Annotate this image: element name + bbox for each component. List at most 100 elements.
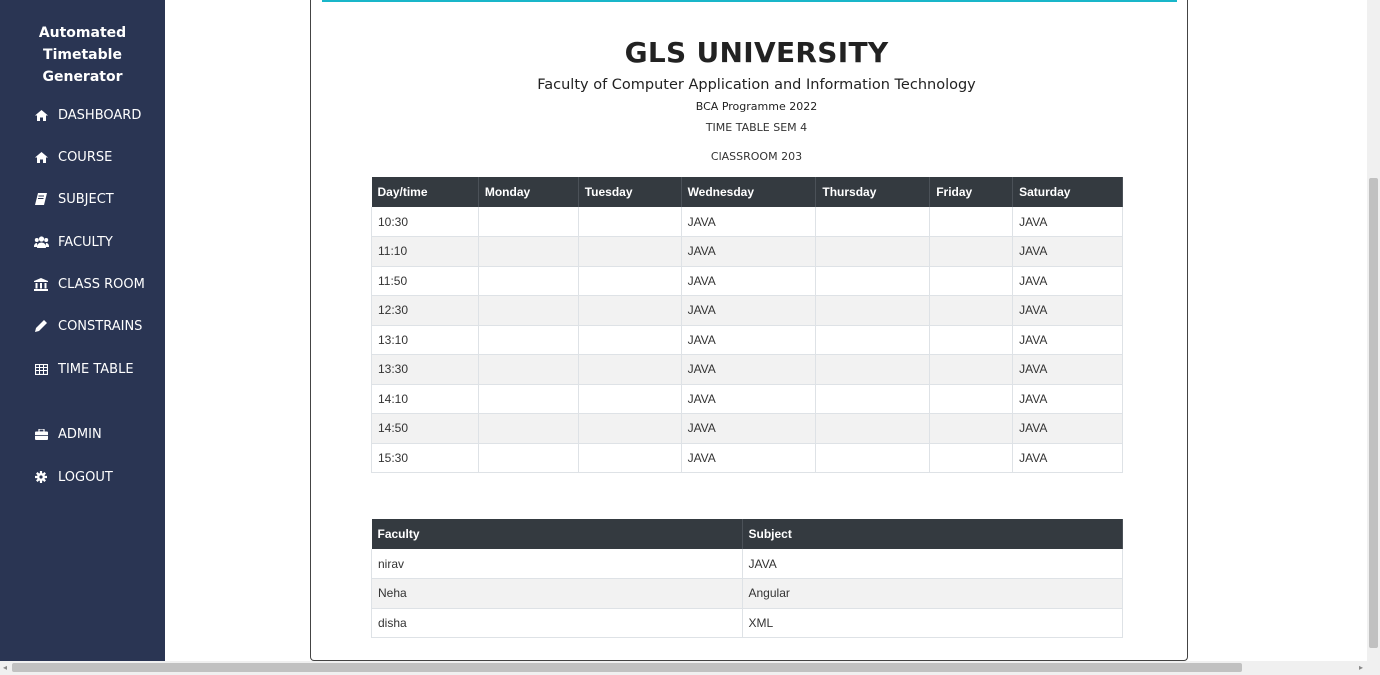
sidebar-item-subject[interactable]: SUBJECT	[32, 188, 114, 210]
table-cell	[815, 325, 931, 355]
table-cell: JAVA	[681, 207, 817, 237]
table-cell	[578, 325, 682, 355]
table-cell	[478, 443, 579, 473]
vertical-scrollbar[interactable]	[1367, 0, 1380, 661]
table-cell	[578, 266, 682, 296]
faculty-subtitle: Faculty of Computer Application and Info…	[537, 77, 976, 93]
table-cell: 14:50	[371, 413, 479, 444]
table-cell: Angular	[742, 578, 1123, 609]
table-row: 14:50 JAVA JAVA	[371, 413, 1123, 444]
column-header: Thursday	[815, 177, 931, 207]
table-cell	[578, 443, 682, 473]
table-header-row: Day/time Monday Tuesday Wednesday Thursd…	[371, 177, 1123, 207]
brand-line-2: Generator	[42, 69, 123, 85]
sidebar-item-label: ADMIN	[58, 426, 102, 442]
sidebar-item-label: CLASS ROOM	[58, 276, 145, 292]
table-row: disha XML	[371, 608, 1123, 638]
table-cell	[815, 266, 931, 296]
table-cell: JAVA	[681, 266, 817, 296]
table-cell: JAVA	[1012, 413, 1123, 444]
scroll-right-arrow-icon[interactable]: ▸	[1359, 663, 1363, 672]
table-cell: nirav	[371, 549, 743, 579]
sidebar-item-label: CONSTRAINS	[58, 318, 143, 334]
sidebar-item-logout[interactable]: LOGOUT	[32, 466, 113, 488]
table-cell: JAVA	[1012, 325, 1123, 355]
table-cell	[929, 443, 1014, 473]
table-cell	[478, 236, 579, 267]
table-cell: 10:30	[371, 207, 479, 237]
table-cell	[578, 236, 682, 267]
table-row: 11:10 JAVA JAVA	[371, 236, 1123, 267]
sidebar-item-label: DASHBOARD	[58, 107, 142, 123]
table-cell: JAVA	[681, 236, 817, 267]
table-cell: JAVA	[1012, 236, 1123, 267]
table-cell: 11:50	[371, 266, 479, 296]
scroll-left-arrow-icon[interactable]: ◂	[3, 663, 7, 672]
table-cell	[929, 207, 1014, 237]
table-icon	[32, 362, 50, 376]
table-cell: 15:30	[371, 443, 479, 473]
column-header: Faculty	[371, 519, 743, 549]
sidebar-item-label: LOGOUT	[58, 469, 113, 485]
sidebar-item-faculty[interactable]: FACULTY	[32, 231, 113, 253]
timetable-table: Day/time Monday Tuesday Wednesday Thursd…	[371, 177, 1123, 473]
table-cell	[578, 413, 682, 444]
horizontal-scrollbar-thumb[interactable]	[12, 663, 1242, 672]
table-cell: JAVA	[681, 354, 817, 385]
sidebar-item-label: FACULTY	[58, 234, 113, 250]
table-cell: JAVA	[742, 549, 1123, 579]
users-icon	[32, 235, 50, 249]
table-cell: 13:30	[371, 354, 479, 385]
sidebar-item-course[interactable]: COURSE	[32, 146, 112, 168]
sidebar-item-label: TIME TABLE	[58, 361, 134, 377]
sidebar-item-dashboard[interactable]: DASHBOARD	[32, 104, 141, 126]
pencil-icon	[32, 319, 50, 333]
sidebar-item-admin[interactable]: ADMIN	[32, 423, 102, 445]
sidebar-item-label: SUBJECT	[58, 191, 114, 207]
app-brand: Automated Timetable Generator	[0, 22, 165, 88]
briefcase-icon	[32, 427, 50, 441]
table-cell	[929, 413, 1014, 444]
table-cell	[578, 354, 682, 385]
table-cell: 11:10	[371, 236, 479, 267]
column-header: Monday	[478, 177, 579, 207]
programme-subtitle: BCA Programme 2022	[695, 100, 818, 113]
brand-line-1: Automated Timetable	[38, 25, 127, 63]
column-header: Subject	[742, 519, 1123, 549]
table-cell	[929, 325, 1014, 355]
sidebar-item-time-table[interactable]: TIME TABLE	[32, 358, 134, 380]
home-icon	[32, 150, 50, 164]
table-cell: JAVA	[681, 443, 817, 473]
table-cell: Neha	[371, 578, 743, 609]
sidebar-item-class-room[interactable]: CLASS ROOM	[32, 273, 145, 295]
table-cell: JAVA	[1012, 384, 1123, 414]
card-accent-bar	[322, 0, 1177, 2]
semester-subtitle: TIME TABLE SEM 4	[705, 121, 808, 134]
horizontal-scrollbar[interactable]: ◂ ▸	[0, 661, 1380, 675]
table-cell	[929, 295, 1014, 326]
table-cell	[578, 207, 682, 237]
table-cell	[478, 325, 579, 355]
sidebar-item-constrains[interactable]: CONSTRAINS	[32, 315, 142, 337]
table-row: Neha Angular	[371, 578, 1123, 609]
table-row: 12:30 JAVA JAVA	[371, 295, 1123, 326]
table-cell: XML	[742, 608, 1123, 638]
table-row: 10:30 JAVA JAVA	[371, 207, 1123, 237]
table-cell	[929, 384, 1014, 414]
vertical-scrollbar-thumb[interactable]	[1369, 178, 1378, 648]
table-cell	[478, 266, 579, 296]
table-row: 11:50 JAVA JAVA	[371, 266, 1123, 296]
classroom-subtitle: ClASSROOM 203	[710, 150, 803, 163]
column-header: Tuesday	[578, 177, 682, 207]
table-cell: JAVA	[1012, 266, 1123, 296]
table-row: 13:30 JAVA JAVA	[371, 354, 1123, 385]
sidebar: Automated Timetable Generator DASHBOARD …	[0, 0, 165, 661]
gear-icon	[32, 470, 50, 484]
table-cell: 14:10	[371, 384, 479, 414]
column-header: Friday	[929, 177, 1014, 207]
table-cell	[929, 266, 1014, 296]
table-cell	[478, 354, 579, 385]
table-cell	[815, 384, 931, 414]
table-cell: JAVA	[681, 325, 817, 355]
table-cell	[815, 207, 931, 237]
